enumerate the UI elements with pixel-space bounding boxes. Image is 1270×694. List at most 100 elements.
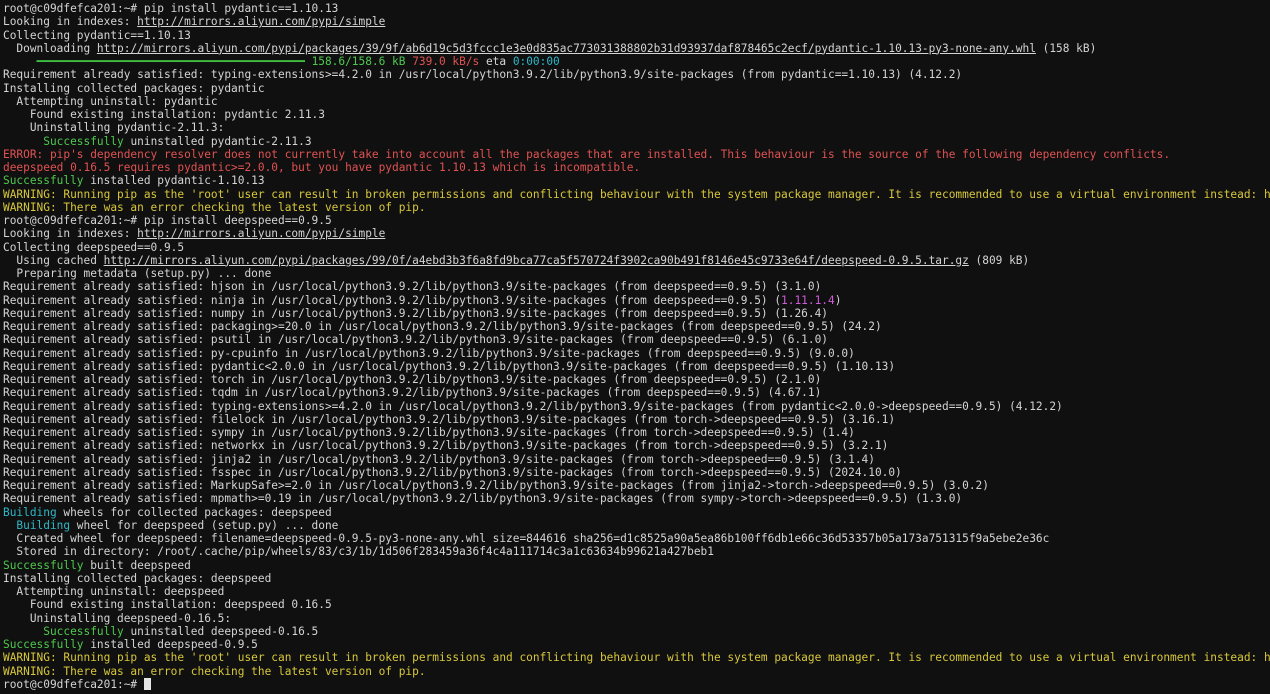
terminal-text: Requirement already satisfied: fsspec in… — [3, 465, 902, 479]
terminal-text: Requirement already satisfied: py-cpuinf… — [3, 346, 855, 360]
terminal-line: Successfully installed deepspeed-0.9.5 — [3, 638, 1270, 651]
terminal-text: wheels for collected packages: deepspeed — [56, 505, 332, 519]
terminal-line: Uninstalling pydantic-2.11.3: — [3, 121, 1270, 134]
terminal-text: Successfully — [3, 134, 124, 148]
terminal-line: Requirement already satisfied: packaging… — [3, 320, 1270, 333]
terminal-line: Installing collected packages: pydantic — [3, 82, 1270, 95]
terminal-line: Downloading http://mirrors.aliyun.com/py… — [3, 42, 1270, 55]
terminal-line: Requirement already satisfied: numpy in … — [3, 307, 1270, 320]
terminal-text: eta — [479, 55, 513, 68]
terminal-line: Attempting uninstall: pydantic — [3, 95, 1270, 108]
terminal-line: WARNING: Running pip as the 'root' user … — [3, 188, 1270, 201]
terminal-text: Requirement already satisfied: typing-ex… — [3, 68, 963, 82]
terminal-text: uninstalled pydantic-2.11.3 — [123, 134, 312, 148]
terminal-text: Requirement already satisfied: torch in … — [3, 373, 822, 386]
terminal-text: uninstalled deepspeed-0.16.5 — [123, 624, 319, 638]
terminal-line: Successfully built deepspeed — [3, 559, 1270, 572]
terminal-text: Building — [3, 505, 57, 519]
terminal-line: Requirement already satisfied: pydantic<… — [3, 360, 1270, 373]
terminal-text: Requirement already satisfied: packaging… — [3, 320, 882, 333]
terminal-line: Found existing installation: deepspeed 0… — [3, 598, 1270, 611]
url-link[interactable]: http://mirrors.aliyun.com/pypi/packages/… — [97, 42, 1036, 55]
terminal-text: ) — [834, 293, 842, 307]
download-progress-bar: ━━━━━━━━━━━━━━━━━━━━━━━━━━━━━━━━━━━━━━━━ — [36, 55, 305, 68]
terminal-text: Found existing installation: pydantic 2.… — [3, 108, 325, 121]
terminal-text: Downloading — [3, 41, 97, 55]
terminal-text: installed pydantic-1.10.13 — [83, 174, 265, 188]
terminal-text: Successfully — [3, 174, 84, 188]
terminal-line: root@c09dfefca201:~# pip install deepspe… — [3, 214, 1270, 227]
terminal-text: ERROR: pip's dependency resolver does no… — [3, 147, 1171, 161]
terminal-text: Created wheel for deepspeed: filename=de… — [3, 532, 1050, 545]
terminal-text: Attempting uninstall: pydantic — [3, 94, 218, 108]
terminal-text: Requirement already satisfied: hjson in … — [3, 280, 822, 294]
terminal-text: Successfully — [3, 558, 84, 572]
terminal-text: Requirement already satisfied: sympy in … — [3, 426, 855, 439]
terminal-text: Requirement already satisfied: numpy in … — [3, 306, 828, 320]
terminal-text: Successfully — [3, 624, 124, 638]
terminal-text: Uninstalling deepspeed-0.16.5: — [3, 611, 232, 625]
terminal-line: Successfully uninstalled pydantic-2.11.3 — [3, 135, 1270, 148]
terminal-text: Successfully — [3, 638, 84, 651]
terminal-text: Requirement already satisfied: MarkupSaf… — [3, 479, 989, 492]
terminal-line: Requirement already satisfied: MarkupSaf… — [3, 479, 1270, 492]
terminal-text: Requirement already satisfied: jinja2 in… — [3, 452, 875, 466]
url-link[interactable]: http://mirrors.aliyun.com/pypi/simple — [137, 15, 385, 28]
terminal-line: Building wheels for collected packages: … — [3, 506, 1270, 519]
terminal-text: Requirement already satisfied: pydantic<… — [3, 359, 896, 373]
terminal-line: WARNING: There was an error checking the… — [3, 201, 1270, 214]
terminal-text: Collecting pydantic==1.10.13 — [3, 28, 191, 42]
terminal-line: Requirement already satisfied: typing-ex… — [3, 400, 1270, 413]
terminal-line: Looking in indexes: http://mirrors.aliyu… — [3, 15, 1270, 28]
terminal-text: built deepspeed — [83, 558, 191, 572]
terminal-line: Successfully installed pydantic-1.10.13 — [3, 174, 1270, 187]
terminal-text: 158.6/158.6 kB — [311, 55, 406, 68]
terminal-line: Requirement already satisfied: fsspec in… — [3, 466, 1270, 479]
terminal-line: Found existing installation: pydantic 2.… — [3, 108, 1270, 121]
terminal-line: Requirement already satisfied: hjson in … — [3, 280, 1270, 293]
terminal-line: Requirement already satisfied: sympy in … — [3, 426, 1270, 439]
terminal-line: Requirement already satisfied: py-cpuinf… — [3, 347, 1270, 360]
terminal-line: Created wheel for deepspeed: filename=de… — [3, 532, 1270, 545]
terminal-text: Requirement already satisfied: ninja in … — [3, 293, 782, 307]
terminal-cursor — [143, 677, 151, 690]
terminal-line: Collecting deepspeed==0.9.5 — [3, 241, 1270, 254]
terminal-line: Requirement already satisfied: filelock … — [3, 413, 1270, 426]
terminal-line: ERROR: pip's dependency resolver does no… — [3, 148, 1270, 161]
terminal-line: Requirement already satisfied: networkx … — [3, 439, 1270, 452]
terminal-text: WARNING: Running pip as the 'root' user … — [3, 651, 1270, 665]
terminal-text: WARNING: Running pip as the 'root' user … — [3, 187, 1270, 201]
terminal-line: Requirement already satisfied: tqdm in /… — [3, 386, 1270, 399]
terminal-text: Requirement already satisfied: typing-ex… — [3, 399, 1063, 413]
terminal-line: Collecting pydantic==1.10.13 — [3, 29, 1270, 42]
terminal-text: Requirement already satisfied: tqdm in /… — [3, 386, 822, 400]
terminal-text: 739.0 kB/s — [412, 55, 480, 68]
terminal-line: Uninstalling deepspeed-0.16.5: — [3, 612, 1270, 625]
terminal-text: Requirement already satisfied: filelock … — [3, 412, 896, 426]
terminal-line: Installing collected packages: deepspeed — [3, 572, 1270, 585]
terminal-text: Requirement already satisfied: psutil in… — [3, 333, 828, 347]
terminal-text: Installing collected packages: pydantic — [3, 81, 265, 95]
terminal-text: Looking in indexes: — [3, 227, 138, 241]
terminal-text: WARNING: There was an error checking the… — [3, 664, 426, 678]
terminal-text: Looking in indexes: — [3, 15, 138, 29]
terminal-line: Requirement already satisfied: ninja in … — [3, 294, 1270, 307]
terminal-text: Stored in directory: /root/.cache/pip/wh… — [3, 545, 714, 559]
terminal-output[interactable]: root@c09dfefca201:~# pip install pydanti… — [0, 0, 1270, 694]
terminal-line: Requirement already satisfied: mpmath>=0… — [3, 492, 1270, 505]
terminal-text: 0:00:00 — [512, 55, 560, 68]
terminal-text: installed deepspeed-0.9.5 — [83, 638, 258, 651]
terminal-text: deepspeed 0.16.5 requires pydantic>=2.0.… — [3, 161, 641, 174]
terminal-text: Found existing installation: deepspeed 0… — [3, 598, 332, 612]
terminal-text: root@c09dfefca201:~# — [3, 677, 144, 691]
terminal-line: deepspeed 0.16.5 requires pydantic>=2.0.… — [3, 161, 1270, 174]
url-link[interactable]: http://mirrors.aliyun.com/pypi/simple — [137, 227, 385, 240]
terminal-line: Requirement already satisfied: jinja2 in… — [3, 453, 1270, 466]
terminal-text: root@c09dfefca201:~# pip install deepspe… — [3, 214, 332, 227]
url-link[interactable]: http://mirrors.aliyun.com/pypi/packages/… — [104, 254, 969, 267]
terminal-text: Using cached — [3, 253, 104, 267]
terminal-text: 1.11.1.4 — [781, 293, 835, 307]
terminal-line: Looking in indexes: http://mirrors.aliyu… — [3, 227, 1270, 240]
